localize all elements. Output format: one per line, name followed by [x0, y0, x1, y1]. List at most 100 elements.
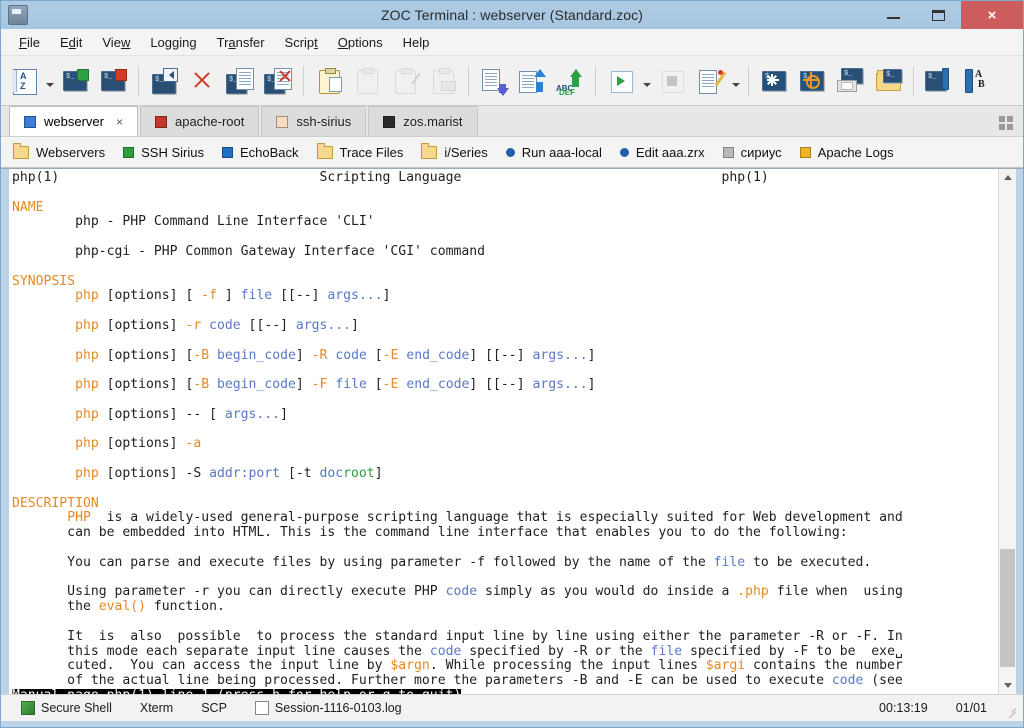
close-button[interactable]: ×: [961, 1, 1023, 29]
menu-help[interactable]: Help: [393, 32, 440, 53]
duplicate-session-button[interactable]: [222, 61, 258, 101]
terminal-left-margin: [1, 169, 9, 694]
status-emulation[interactable]: Xterm: [126, 701, 187, 715]
bookmark-label: Edit aaa.zrx: [636, 145, 705, 160]
zoc-terminal-window: ZOC Terminal : webserver (Standard.zoc) …: [0, 0, 1024, 728]
circle-icon: [506, 148, 515, 157]
minimize-button[interactable]: [871, 1, 916, 29]
square-icon: [123, 147, 134, 158]
status-time: 00:13:19: [865, 701, 942, 715]
bookmark-apache-logs[interactable]: Apache Logs: [800, 145, 894, 160]
stop-script-button[interactable]: [654, 61, 690, 101]
tab-apache-root[interactable]: apache-root: [140, 106, 259, 136]
session-list-dropdown[interactable]: [44, 61, 55, 101]
chevron-up-icon: [1004, 175, 1012, 180]
menu-file[interactable]: File: [9, 32, 50, 53]
status-transfer[interactable]: SCP: [187, 701, 241, 715]
bookmark-bar: Webservers SSH Sirius EchoBack Trace Fil…: [1, 137, 1023, 168]
menu-edit[interactable]: Edit: [50, 32, 92, 53]
chevron-down-icon: [1004, 683, 1012, 688]
terminal-delete-page-icon: [263, 67, 293, 95]
bookmark-run-aaa-local[interactable]: Run aaa-local: [506, 145, 602, 160]
receive-file-button[interactable]: [476, 61, 512, 101]
maximize-icon: [932, 10, 945, 21]
edit-clipboard-button[interactable]: [387, 61, 423, 101]
bookmark-i-series[interactable]: i/Series: [421, 145, 487, 160]
send-text-button[interactable]: ABC DEF: [552, 61, 588, 101]
tab-close-icon[interactable]: ×: [116, 115, 123, 129]
menu-transfer[interactable]: Transfer: [207, 32, 275, 53]
status-logfile-label: Session-1116-0103.log: [275, 701, 402, 715]
run-script-dropdown[interactable]: [641, 61, 652, 101]
folder-open-icon: [873, 67, 903, 95]
tab-grid-icon[interactable]: [999, 116, 1013, 130]
delete-session-button[interactable]: [260, 61, 296, 101]
send-file-button[interactable]: [514, 61, 550, 101]
bookmark-edit-aaa-zrx[interactable]: Edit aaa.zrx: [620, 145, 705, 160]
terminal-scrollbar[interactable]: [998, 169, 1016, 694]
clear-screen-button[interactable]: [756, 61, 792, 101]
bookmark-sirius[interactable]: сириус: [723, 145, 782, 160]
run-script-button[interactable]: [603, 61, 639, 101]
window-controls: ×: [871, 1, 1023, 29]
session-list-button[interactable]: A Z: [6, 61, 42, 101]
maximize-button[interactable]: [916, 1, 961, 29]
tab-zos-marist[interactable]: zos.marist: [368, 106, 477, 136]
clipboard-paste-icon: [314, 67, 344, 95]
bookmark-label: Run aaa-local: [522, 145, 602, 160]
menu-options[interactable]: Options: [328, 32, 393, 53]
log-checkbox[interactable]: [255, 701, 269, 715]
terminal-pen-icon: [924, 67, 954, 95]
scroll-up-button[interactable]: [999, 169, 1016, 186]
disconnect-button[interactable]: [95, 61, 131, 101]
terminal-line: can be embedded into HTML. This is the c…: [12, 526, 998, 541]
terminal-line: DESCRIPTION: [12, 497, 998, 512]
open-folder-button[interactable]: [870, 61, 906, 101]
bookmark-label: i/Series: [444, 145, 487, 160]
print-screen-button[interactable]: [832, 61, 868, 101]
terminal-screen[interactable]: php(1) Scripting Language php(1)NAME php…: [9, 169, 998, 694]
scrollbar-thumb[interactable]: [1000, 549, 1015, 667]
tab-label: apache-root: [175, 114, 244, 129]
bookmark-webservers[interactable]: Webservers: [13, 145, 105, 160]
edit-script-button[interactable]: [692, 61, 728, 101]
reconnect-button[interactable]: [146, 61, 182, 101]
toolbar-separator: [595, 66, 596, 96]
tab-webserver[interactable]: webserver ×: [9, 106, 138, 136]
title-bar[interactable]: ZOC Terminal : webserver (Standard.zoc) …: [1, 1, 1023, 29]
terminal-line: of the actual line being processed. Furt…: [12, 674, 998, 689]
menu-script[interactable]: Script: [275, 32, 328, 53]
resize-grip-icon[interactable]: [1005, 702, 1017, 714]
bookmark-echoback[interactable]: EchoBack: [222, 145, 299, 160]
terminal-line: php [options] -r code [[--] args...]: [12, 319, 998, 334]
terminal-line: [12, 393, 998, 408]
status-date: 01/01: [942, 701, 1001, 715]
scrollbar-track[interactable]: [999, 186, 1016, 677]
window-bottom-edge: [1, 721, 1023, 727]
terminal-options-button[interactable]: [921, 61, 957, 101]
bookmark-label: EchoBack: [240, 145, 299, 160]
terminal-stop-icon: [98, 67, 128, 95]
scroll-down-button[interactable]: [999, 677, 1016, 694]
status-connection[interactable]: Secure Shell: [7, 701, 126, 715]
tab-status-icon: [24, 116, 36, 128]
menu-view[interactable]: View: [92, 32, 140, 53]
bookmark-trace-files[interactable]: Trace Files: [317, 145, 404, 160]
status-logfile[interactable]: Session-1116-0103.log: [241, 701, 416, 715]
terminal-line: php [options] [-B begin_code] -R code [-…: [12, 349, 998, 364]
close-session-button[interactable]: [184, 61, 220, 101]
bookmark-label: Webservers: [36, 145, 105, 160]
tab-ssh-sirius[interactable]: ssh-sirius: [261, 106, 366, 136]
terminal-line: php - PHP Command Line Interface 'CLI': [12, 215, 998, 230]
paste-clipboard-button[interactable]: [311, 61, 347, 101]
edit-script-dropdown[interactable]: [730, 61, 741, 101]
copy-button[interactable]: [349, 61, 385, 101]
terminal-line: It is also possible to process the stand…: [12, 630, 998, 645]
bookmark-ssh-sirius[interactable]: SSH Sirius: [123, 145, 204, 160]
menu-logging[interactable]: Logging: [140, 32, 206, 53]
new-session-button[interactable]: [57, 61, 93, 101]
screen-target-button[interactable]: [794, 61, 830, 101]
print-clipboard-button[interactable]: [425, 61, 461, 101]
font-options-button[interactable]: A B: [959, 61, 995, 101]
menu-bar: File Edit View Logging Transfer Script O…: [1, 29, 1023, 56]
